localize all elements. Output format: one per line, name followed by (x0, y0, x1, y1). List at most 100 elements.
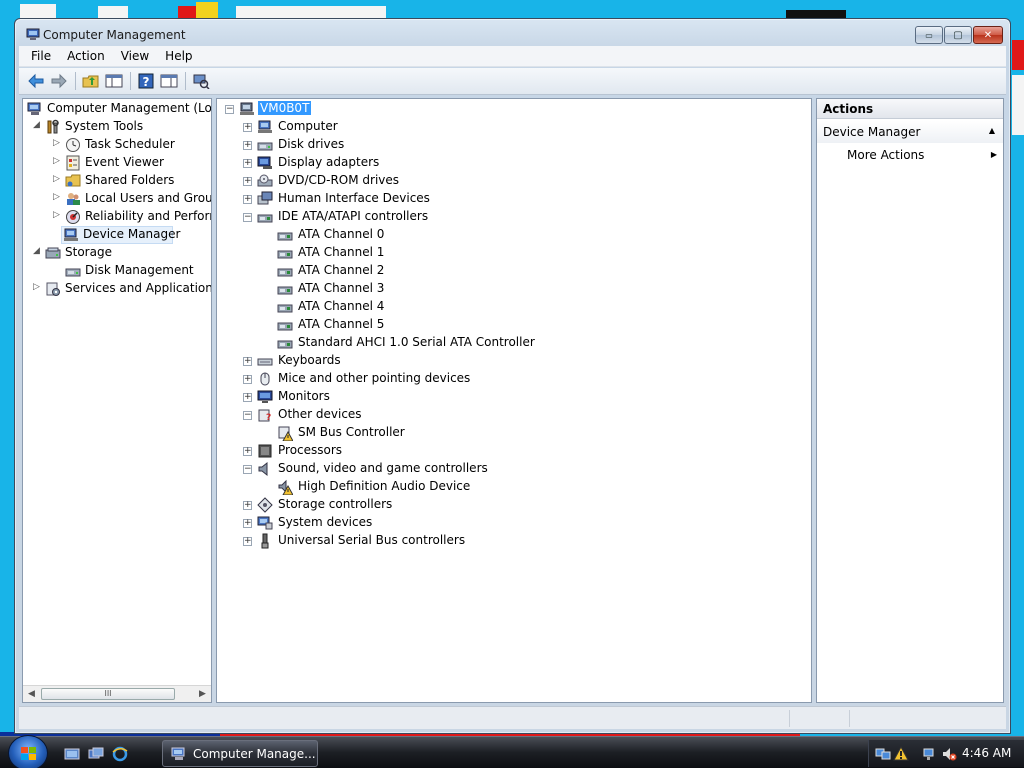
tree-item-event-viewer[interactable]: ▷ Event Viewer (25, 154, 211, 172)
device-tree-item[interactable]: + Keyboards (217, 352, 807, 370)
device-tree-item[interactable]: + Disk drives (217, 136, 807, 154)
menu-file[interactable]: File (31, 49, 51, 63)
actions-group-device-manager[interactable]: Device Manager ▲ (817, 121, 1003, 143)
svg-text:?: ? (266, 413, 271, 423)
internet-explorer-icon[interactable] (112, 746, 128, 762)
expand-icon[interactable]: + (243, 375, 252, 384)
device-tree-item[interactable]: − IDE ATA/ATAPI controllers (217, 208, 807, 226)
security-alert-icon[interactable] (893, 746, 909, 762)
menu-view[interactable]: View (121, 49, 149, 63)
expand-icon[interactable]: + (243, 501, 252, 510)
expand-icon[interactable]: + (243, 141, 252, 150)
close-button[interactable]: ✕ (973, 26, 1003, 44)
help-button[interactable]: ? (135, 71, 156, 91)
scroll-left-icon[interactable]: ◀ (28, 689, 35, 699)
network-icon[interactable] (875, 746, 891, 762)
device-tree-item[interactable]: + Mice and other pointing devices (217, 370, 807, 388)
device-tree-item[interactable]: ATA Channel 1 (217, 244, 807, 262)
switch-windows-icon[interactable] (88, 746, 104, 762)
maximize-button[interactable]: ▢ (944, 26, 972, 44)
scroll-right-icon[interactable]: ▶ (199, 689, 206, 699)
tree-item-shared-folders[interactable]: ▷ Shared Folders (25, 172, 211, 190)
device-tree-item[interactable]: + System devices (217, 514, 807, 532)
device-tree-item[interactable]: ATA Channel 5 (217, 316, 807, 334)
collapse-icon[interactable]: − (243, 213, 252, 222)
device-tree-item-label: IDE ATA/ATAPI controllers (278, 209, 429, 223)
minimize-button[interactable]: ▭ (915, 26, 943, 44)
device-tree-root[interactable]: − VM0B0T (217, 100, 337, 118)
tree-item-disk-management[interactable]: Disk Management (25, 262, 211, 280)
expand-icon[interactable]: + (243, 537, 252, 546)
device-tree-item[interactable]: + Monitors (217, 388, 807, 406)
device-tree-item[interactable]: High Definition Audio Device (217, 478, 807, 496)
device-tree-item[interactable]: + Computer (217, 118, 807, 136)
expand-arrow-icon[interactable]: ▷ (53, 156, 60, 166)
tree-item-local-users-and-groups[interactable]: ▷ Local Users and Groups (25, 190, 211, 208)
expand-arrow-icon[interactable]: ▷ (53, 138, 60, 148)
device-tree-item[interactable]: ATA Channel 2 (217, 262, 807, 280)
device-tree-item[interactable]: ATA Channel 0 (217, 226, 807, 244)
taskbar-button-computer-management[interactable]: Computer Manage... (162, 740, 318, 767)
device-tree-item-label: Human Interface Devices (278, 191, 430, 205)
show-desktop-icon[interactable] (64, 746, 80, 762)
show-hide-tree-button[interactable] (103, 71, 124, 91)
windows-logo-icon (21, 747, 36, 760)
tree-item-reliability-and-performance[interactable]: ▷ Reliability and Performa (25, 208, 211, 226)
collapse-arrow-icon[interactable]: ◢ (33, 246, 40, 256)
up-one-level-button[interactable] (80, 71, 101, 91)
forward-button[interactable] (48, 71, 69, 91)
more-actions-item[interactable]: More Actions ▶ (817, 146, 1003, 166)
device-tree-item[interactable]: − Sound, video and game controllers (217, 460, 807, 478)
device-tree-item[interactable]: + Human Interface Devices (217, 190, 807, 208)
device-tree-item[interactable]: ATA Channel 3 (217, 280, 807, 298)
device-tree-item[interactable]: + Display adapters (217, 154, 807, 172)
menu-help[interactable]: Help (165, 49, 192, 63)
expand-icon[interactable]: + (243, 519, 252, 528)
expand-icon[interactable]: + (243, 393, 252, 402)
device-tree-item[interactable]: + Universal Serial Bus controllers (217, 532, 807, 550)
expand-icon[interactable]: + (243, 195, 252, 204)
device-tree-item[interactable]: + Processors (217, 442, 807, 460)
expand-arrow-icon[interactable]: ▷ (53, 210, 60, 220)
tree-item-services-and-applications[interactable]: ▷ Services and Applications (25, 280, 211, 298)
collapse-icon[interactable]: − (243, 465, 252, 474)
collapse-arrow-icon[interactable]: ◢ (33, 120, 40, 130)
clock[interactable]: 4:46 AM (962, 746, 1011, 760)
tree-item-system-tools[interactable]: ◢ System Tools (25, 118, 211, 136)
device-tree-item-label: Universal Serial Bus controllers (278, 533, 466, 547)
collapse-up-icon[interactable]: ▲ (989, 126, 995, 135)
network-connection-icon[interactable] (923, 746, 939, 762)
processor-icon (258, 444, 272, 458)
device-tree-item[interactable]: + DVD/CD-ROM drives (217, 172, 807, 190)
tree-item-storage[interactable]: ◢ Storage (25, 244, 211, 262)
device-tree-item[interactable]: SM Bus Controller (217, 424, 807, 442)
display-adapter-icon (257, 156, 272, 169)
expand-icon[interactable]: + (243, 357, 252, 366)
expand-arrow-icon[interactable]: ▷ (53, 192, 60, 202)
back-button[interactable] (25, 71, 46, 91)
scan-hardware-button[interactable] (190, 71, 211, 91)
tree-item-device-manager[interactable]: Device Manager (61, 226, 180, 244)
title-bar[interactable]: Computer Management ▭ ▢ ✕ (15, 19, 1010, 49)
show-hide-action-pane-button[interactable] (158, 71, 179, 91)
collapse-icon[interactable]: − (243, 411, 252, 420)
device-tree-item[interactable]: Standard AHCI 1.0 Serial ATA Controller (217, 334, 807, 352)
device-tree-item[interactable]: −? Other devices (217, 406, 807, 424)
device-tree-item[interactable]: ATA Channel 4 (217, 298, 807, 316)
expand-arrow-icon[interactable]: ▷ (53, 174, 60, 184)
expand-icon[interactable]: + (243, 159, 252, 168)
horizontal-scrollbar[interactable]: ◀ III ▶ (23, 685, 211, 702)
tree-item-task-scheduler[interactable]: ▷ Task Scheduler (25, 136, 211, 154)
collapse-icon[interactable]: − (225, 105, 234, 114)
volume-muted-icon[interactable] (941, 746, 957, 762)
tree-item-computer-management[interactable]: Computer Management (Local (25, 100, 211, 118)
expand-arrow-icon[interactable]: ▷ (33, 282, 40, 292)
expand-icon[interactable]: + (243, 177, 252, 186)
menu-action[interactable]: Action (67, 49, 105, 63)
start-button[interactable] (8, 735, 48, 768)
expand-icon[interactable]: + (243, 123, 252, 132)
scrollbar-thumb[interactable]: III (41, 688, 175, 700)
expand-icon[interactable]: + (243, 447, 252, 456)
ide-controller-icon (277, 286, 293, 295)
device-tree-item[interactable]: + Storage controllers (217, 496, 807, 514)
